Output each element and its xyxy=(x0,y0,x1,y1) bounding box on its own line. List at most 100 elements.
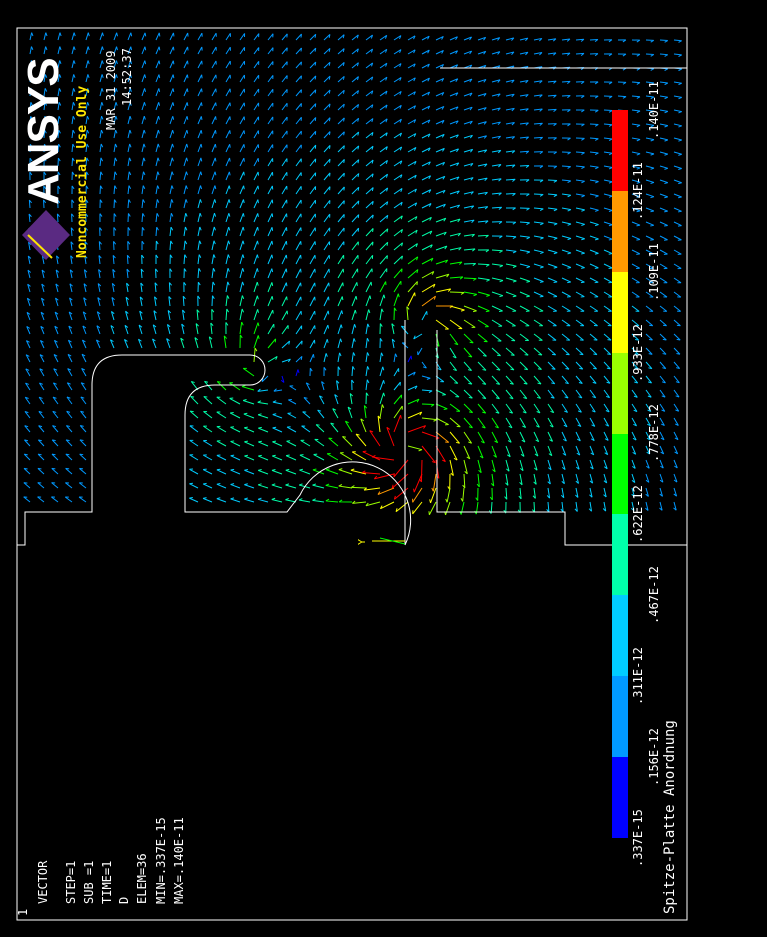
vector-arrow xyxy=(421,49,430,55)
vector-arrow xyxy=(54,297,59,307)
vector-arrow xyxy=(463,333,474,344)
vector-arrow xyxy=(362,450,381,461)
vector-arrow xyxy=(309,268,316,279)
vector-arrow xyxy=(351,159,360,167)
vector-arrow xyxy=(334,394,339,405)
vector-arrow xyxy=(169,129,175,139)
vector-arrow xyxy=(38,410,45,419)
vector-arrow xyxy=(617,81,627,85)
vector-arrow xyxy=(267,199,274,209)
vector-arrow xyxy=(645,361,653,370)
vector-arrow xyxy=(257,400,269,405)
vector-arrow xyxy=(365,131,374,139)
vector-arrow xyxy=(589,221,599,227)
vector-arrow xyxy=(309,241,316,251)
vector-arrow xyxy=(139,310,143,321)
vector-arrow xyxy=(603,263,613,269)
vector-arrow xyxy=(337,227,345,237)
vector-arrow xyxy=(67,353,73,363)
vector-arrow xyxy=(225,199,231,209)
vector-arrow xyxy=(281,268,288,279)
vector-arrow xyxy=(421,230,433,237)
vector-arrow xyxy=(407,371,416,377)
vector-arrow xyxy=(328,437,339,447)
vector-arrow xyxy=(85,60,90,69)
vector-arrow xyxy=(659,291,668,298)
vector-arrow xyxy=(575,193,585,198)
vector-arrow xyxy=(216,497,227,503)
vector-arrow xyxy=(631,137,641,142)
vector-arrow xyxy=(421,175,432,181)
vector-arrow xyxy=(477,459,482,474)
vector-arrow xyxy=(463,389,473,399)
vector-arrow xyxy=(203,410,213,419)
vector-arrow xyxy=(323,324,330,335)
vector-arrow xyxy=(673,319,681,327)
vector-arrow xyxy=(65,467,73,475)
vector-arrow xyxy=(505,403,514,414)
vector-arrow xyxy=(575,333,584,341)
vector-arrow xyxy=(575,459,580,470)
vector-arrow xyxy=(505,347,515,356)
vector-arrow xyxy=(141,143,146,153)
vector-arrow xyxy=(463,148,474,153)
vector-arrow xyxy=(295,158,302,167)
vector-arrow xyxy=(267,295,274,307)
vector-arrow xyxy=(239,240,245,251)
vector-arrow xyxy=(532,487,536,499)
vector-arrow xyxy=(242,399,255,405)
legend-color-swatch xyxy=(612,595,628,677)
vector-arrow xyxy=(197,60,203,69)
vector-arrow xyxy=(197,74,203,83)
vector-arrow xyxy=(645,53,655,57)
vector-arrow xyxy=(267,282,274,293)
vector-arrow xyxy=(127,32,133,41)
vector-arrow xyxy=(477,249,490,253)
vector-arrow xyxy=(575,389,583,399)
vector-arrow xyxy=(225,268,230,279)
vector-arrow xyxy=(325,483,339,489)
vector-arrow xyxy=(253,309,260,321)
vector-arrow xyxy=(211,60,217,69)
info-line: MAX=.140E-11 xyxy=(172,817,186,904)
vector-arrow xyxy=(588,501,593,512)
vector-arrow xyxy=(407,269,419,279)
vector-arrow xyxy=(27,283,31,293)
vector-arrow xyxy=(365,159,374,167)
vector-arrow xyxy=(168,296,172,307)
vector-arrow xyxy=(393,63,402,69)
vector-arrow xyxy=(407,35,416,41)
vector-arrow xyxy=(603,81,613,85)
vector-arrow xyxy=(491,235,503,239)
vector-arrow xyxy=(225,322,229,335)
vector-arrow xyxy=(547,431,554,442)
info-line: D xyxy=(117,896,131,904)
vector-arrow xyxy=(295,144,302,153)
vector-arrow xyxy=(197,32,203,41)
vector-arrow xyxy=(491,192,502,196)
vector-arrow xyxy=(589,361,597,370)
vector-arrow xyxy=(491,263,504,268)
vector-arrow xyxy=(99,88,104,97)
vector-arrow xyxy=(575,305,585,312)
vector-arrow xyxy=(421,271,435,279)
vector-arrow xyxy=(435,63,445,69)
vector-arrow xyxy=(477,291,490,297)
vector-arrow xyxy=(477,389,487,400)
vector-arrow xyxy=(253,335,260,349)
vector-arrow xyxy=(24,425,31,433)
vector-arrow xyxy=(477,177,488,182)
vector-arrow xyxy=(239,321,244,335)
vector-arrow xyxy=(337,352,342,363)
vector-arrow xyxy=(659,501,663,511)
vector-arrow xyxy=(203,396,213,405)
vector-arrow xyxy=(365,323,370,335)
vector-arrow xyxy=(505,150,516,154)
vector-arrow xyxy=(365,118,374,125)
vector-arrow xyxy=(351,200,360,209)
vector-arrow xyxy=(560,501,564,513)
vector-arrow xyxy=(533,94,543,98)
vector-arrow xyxy=(225,116,231,125)
vector-arrow xyxy=(477,78,487,83)
vector-arrow xyxy=(168,282,172,293)
